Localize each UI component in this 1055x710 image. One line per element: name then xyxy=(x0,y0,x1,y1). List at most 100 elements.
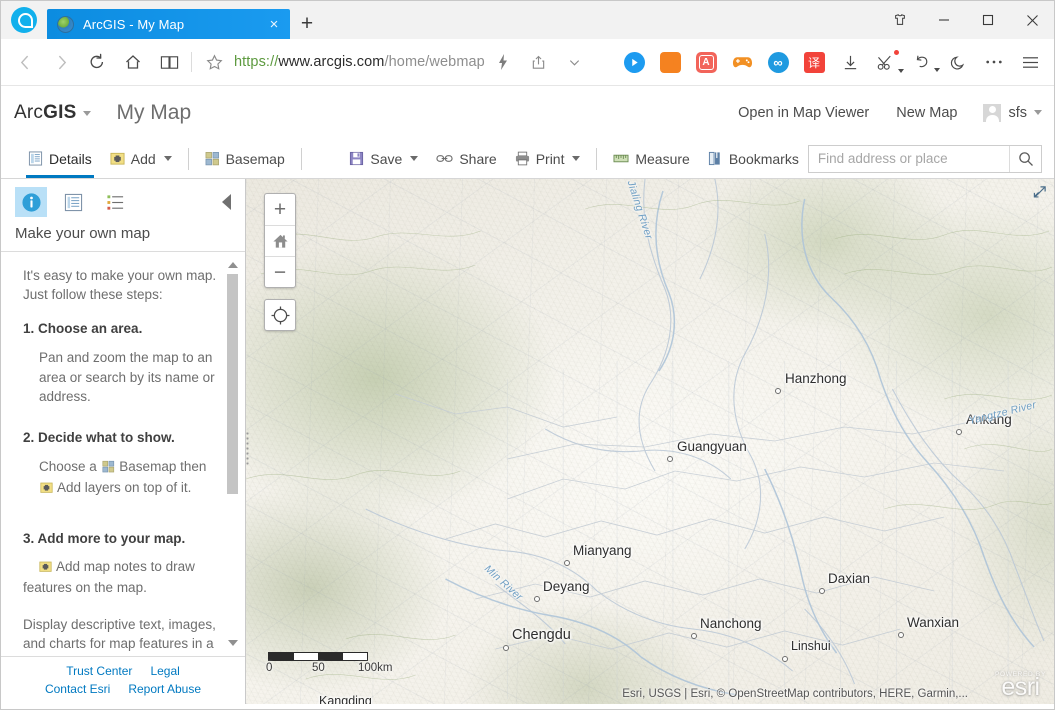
close-icon[interactable]: × xyxy=(264,14,284,34)
url-bar[interactable]: https://www.arcgis.com/home/webmap xyxy=(196,44,616,80)
window-controls xyxy=(878,1,1054,39)
url-path: /home/webmap xyxy=(384,54,485,70)
expand-icon[interactable] xyxy=(1033,185,1047,204)
search-input[interactable] xyxy=(808,145,1009,172)
step-1-body: Pan and zoom the map to an area or searc… xyxy=(39,350,215,404)
bookmarks-icon xyxy=(708,151,723,166)
zoom-in-button[interactable]: + xyxy=(265,194,295,225)
video-play-extension-icon[interactable] xyxy=(619,47,649,77)
game-extension-icon[interactable] xyxy=(727,47,757,77)
details-button[interactable]: Details xyxy=(19,139,101,178)
browser-titlebar: ArcGIS - My Map × + xyxy=(1,1,1054,39)
add-label: Add xyxy=(130,150,156,167)
chevron-down-icon[interactable] xyxy=(572,156,581,161)
user-menu[interactable]: sfs xyxy=(983,103,1042,122)
chevron-down-icon[interactable] xyxy=(410,156,419,161)
star-icon[interactable] xyxy=(196,44,232,80)
forward-icon[interactable] xyxy=(43,44,79,80)
scale-bar: 0 50 100km xyxy=(266,652,398,676)
home-button[interactable] xyxy=(265,225,295,256)
screenshot-scissors-icon[interactable] xyxy=(871,47,904,77)
step-2-heading: 2. Decide what to show. xyxy=(23,429,175,445)
open-in-map-viewer-link[interactable]: Open in Map Viewer xyxy=(738,105,869,121)
zoom-out-button[interactable]: − xyxy=(265,256,295,287)
scale-tick-50: 50 xyxy=(312,662,325,674)
share-button[interactable]: Share xyxy=(427,139,505,178)
search-box[interactable] xyxy=(807,144,1042,173)
scale-tick-0: 0 xyxy=(266,662,273,674)
infinity-extension-icon[interactable]: ∞ xyxy=(763,47,793,77)
url-text[interactable]: https://www.arcgis.com/home/webmap xyxy=(234,54,485,70)
maximize-button[interactable] xyxy=(966,1,1010,39)
contact-esri-link[interactable]: Contact Esri xyxy=(45,680,110,698)
map-viewport[interactable]: Hanzhong Ankang Guangyuan Mianyang Deyan… xyxy=(246,179,1054,704)
scale-bar-graphic xyxy=(268,652,368,661)
report-abuse-link[interactable]: Report Abuse xyxy=(128,680,201,698)
browser-tab[interactable]: ArcGIS - My Map × xyxy=(47,9,290,39)
bookmarks-button[interactable]: Bookmarks xyxy=(699,139,808,178)
arcgis-brand[interactable]: ArcGIS xyxy=(14,102,92,124)
panel-scrollbar[interactable] xyxy=(227,260,239,648)
locate-button[interactable] xyxy=(264,299,296,331)
scrollbar-thumb[interactable] xyxy=(227,274,238,494)
add-icon xyxy=(40,480,53,499)
home-icon[interactable] xyxy=(115,44,151,80)
print-button[interactable]: Print xyxy=(506,139,590,178)
extensions-toolbar: A ∞ 译 xyxy=(616,47,1048,77)
map-canvas[interactable]: Hanzhong Ankang Guangyuan Mianyang Deyan… xyxy=(246,179,1054,704)
new-map-link[interactable]: New Map xyxy=(896,105,957,121)
trust-center-link[interactable]: Trust Center xyxy=(66,662,132,680)
video-capture-extension-icon[interactable] xyxy=(655,47,685,77)
header-actions: Open in Map Viewer New Map sfs xyxy=(711,103,1042,122)
popup-link[interactable]: pop-up xyxy=(43,655,85,656)
zoom-controls: + − xyxy=(264,193,296,288)
map-attribution[interactable]: Esri, USGS | Esri, © OpenStreetMap contr… xyxy=(622,688,968,700)
step-3-heading: 3. Add more to your map. xyxy=(23,531,186,547)
add-icon xyxy=(39,559,52,578)
scroll-down-icon[interactable] xyxy=(228,640,238,646)
globe-icon xyxy=(57,15,74,33)
search-icon[interactable] xyxy=(1009,145,1041,172)
measure-button[interactable]: Measure xyxy=(604,139,698,178)
add-button[interactable]: Add xyxy=(101,139,181,178)
back-icon[interactable] xyxy=(7,44,43,80)
save-button[interactable]: Save xyxy=(340,139,427,178)
about-tab[interactable] xyxy=(15,187,47,217)
scroll-up-icon[interactable] xyxy=(228,262,238,268)
step-3-body: Add map notes to draw features on the ma… xyxy=(23,558,195,595)
content-tab[interactable] xyxy=(57,187,89,217)
chevron-down-icon[interactable] xyxy=(1034,110,1042,115)
measure-icon xyxy=(613,151,629,166)
reader-icon[interactable] xyxy=(151,44,187,80)
reload-icon[interactable] xyxy=(79,44,115,80)
save-icon xyxy=(349,151,364,166)
more-icon[interactable] xyxy=(979,47,1009,77)
close-button[interactable] xyxy=(1010,1,1054,39)
avatar xyxy=(983,103,1002,122)
url-scheme: https:// xyxy=(234,54,279,70)
chevron-down-icon[interactable] xyxy=(163,156,172,161)
panel-content: It's easy to make your own map. Just fol… xyxy=(1,252,245,656)
tshirt-icon[interactable] xyxy=(878,1,922,39)
lightning-icon[interactable] xyxy=(485,44,521,80)
measure-label: Measure xyxy=(635,150,690,167)
history-undo-icon[interactable] xyxy=(907,47,940,77)
menu-icon[interactable] xyxy=(1015,47,1045,77)
scale-tick-100: 100km xyxy=(358,662,393,674)
chevron-down-icon[interactable] xyxy=(83,110,92,116)
share-page-icon[interactable] xyxy=(521,44,557,80)
basemap-button[interactable]: Basemap xyxy=(196,139,294,178)
chevron-down-icon[interactable] xyxy=(557,44,593,80)
translate-extension-icon[interactable]: 译 xyxy=(799,47,829,77)
collapse-panel-button[interactable] xyxy=(222,194,231,210)
download-icon[interactable] xyxy=(835,47,865,77)
legal-link[interactable]: Legal xyxy=(150,662,179,680)
step-1-heading: 1. Choose an area. xyxy=(23,321,143,337)
step-3-body2: Display descriptive text, images, and ch… xyxy=(23,615,223,656)
legend-tab[interactable] xyxy=(99,187,131,217)
panel-resize-handle[interactable] xyxy=(246,431,249,465)
app-store-extension-icon[interactable]: A xyxy=(691,47,721,77)
minimize-button[interactable] xyxy=(922,1,966,39)
night-mode-icon[interactable] xyxy=(943,47,973,77)
new-tab-button[interactable]: + xyxy=(290,9,324,39)
